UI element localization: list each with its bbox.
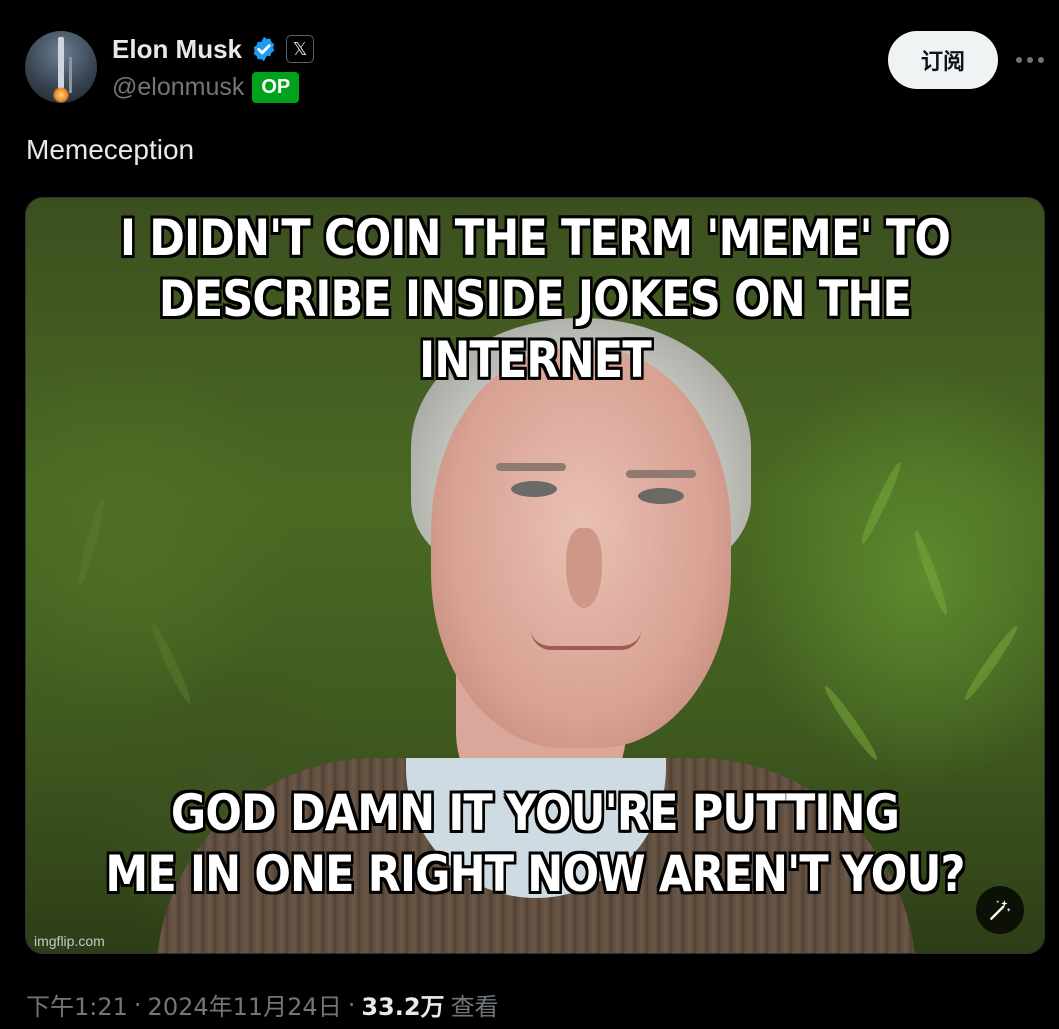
shrub-leaf	[74, 498, 108, 588]
meme-top-caption: I DIDN'T COIN THE TERM 'MEME' TO DESCRIB…	[97, 208, 972, 391]
shrub-leaf	[147, 620, 195, 706]
bamboo-leaf	[857, 460, 905, 546]
left-eyebrow	[496, 463, 566, 471]
bamboo-leaf	[910, 529, 952, 617]
author-name-row: Elon Musk 𝕏	[112, 32, 315, 66]
meta-separator: ·	[133, 990, 142, 1019]
tweet-date[interactable]: 2024年11月24日	[148, 987, 342, 1022]
tweet-image[interactable]: I DIDN'T COIN THE TERM 'MEME' TO DESCRIB…	[25, 197, 1045, 954]
meme-top-line-1: I DIDN'T COIN THE TERM 'MEME' TO	[119, 209, 951, 267]
x-logo-icon[interactable]: 𝕏	[286, 35, 315, 63]
meme-top-line-2: DESCRIBE INSIDE JOKES ON THE INTERNET	[158, 270, 912, 389]
tweet-text: Memeception	[26, 134, 195, 165]
author-name[interactable]: Elon Musk	[112, 34, 242, 65]
left-eye	[511, 481, 557, 497]
meme-bottom-line-2: ME IN ONE RIGHT NOW AREN'T YOU?	[105, 845, 965, 903]
meme-bottom-line-1: GOD DAMN IT YOU'RE PUTTING	[170, 784, 900, 842]
author-handle[interactable]: @elonmusk	[112, 73, 244, 102]
more-horizontal-icon[interactable]	[1012, 44, 1048, 76]
right-eye	[638, 488, 684, 504]
op-badge: OP	[252, 71, 300, 103]
views-count[interactable]: 33.2万	[361, 987, 444, 1022]
meta-separator: ·	[347, 990, 356, 1019]
views-label: 查看	[450, 993, 499, 1021]
verified-check-icon[interactable]	[250, 35, 278, 63]
imgflip-watermark: imgflip.com	[34, 933, 105, 949]
avatar-flame	[53, 87, 69, 103]
meme-bottom-caption: GOD DAMN IT YOU'RE PUTTING ME IN ONE RIG…	[97, 783, 972, 905]
bamboo-leaf	[961, 623, 1021, 703]
right-eyebrow	[626, 470, 696, 478]
subscribe-button[interactable]: 订阅	[888, 31, 998, 89]
avatar[interactable]	[25, 31, 97, 103]
tweet-time[interactable]: 下午1:21	[26, 987, 128, 1022]
tweet-meta: 下午1:21 · 2024年11月24日 · 33.2万 查看	[26, 987, 499, 1022]
magic-wand-icon[interactable]	[976, 886, 1024, 934]
bamboo-leaf	[821, 683, 881, 763]
mouth	[531, 630, 641, 650]
author-handle-row: @elonmusk OP	[112, 70, 300, 104]
nose	[566, 528, 602, 608]
avatar-tower	[69, 57, 72, 93]
avatar-rocket	[58, 37, 64, 89]
